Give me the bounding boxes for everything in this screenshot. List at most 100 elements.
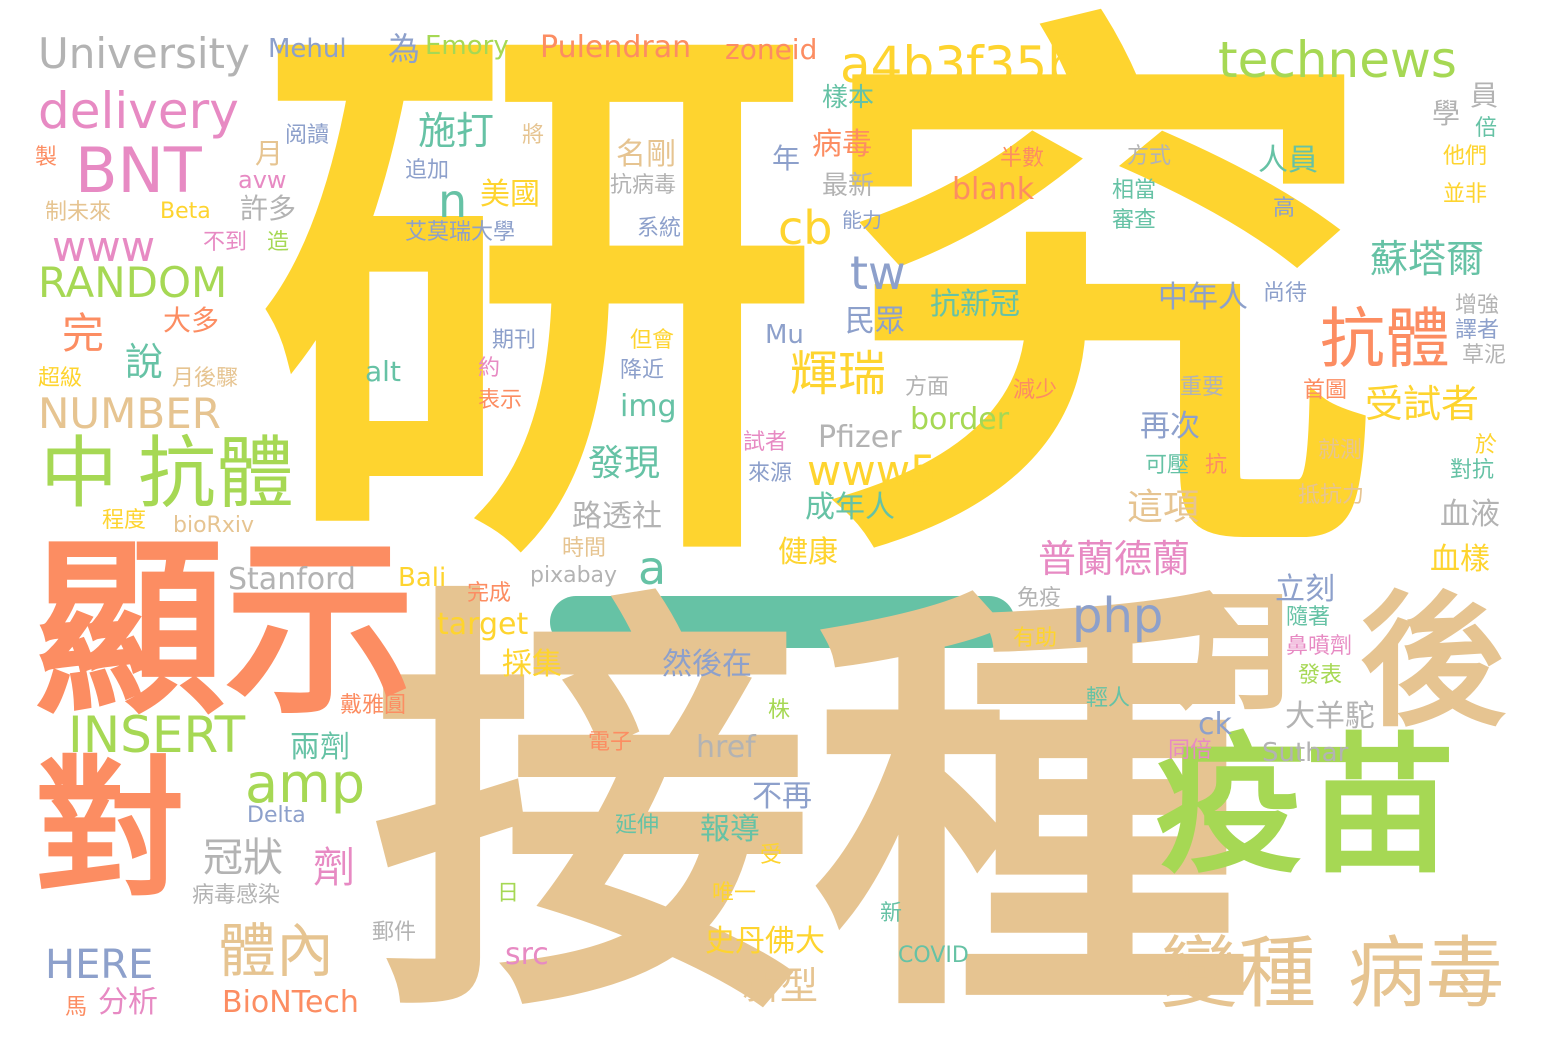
cloud-word-number-18: NUMBER (38, 389, 221, 438)
cloud-word-tw-30: tw (850, 246, 906, 300)
cloud-word-cjk-53: 為 (388, 30, 421, 68)
cloud-word-cjk-123: 隨著 (1286, 605, 1331, 630)
cloud-word-cjk-139: 延伸 (615, 813, 660, 838)
cloud-word-cjk-152: 程度 (102, 508, 147, 533)
cloud-word-cjk-141: 日 (497, 881, 520, 906)
cloud-word-cjk-107: 血液 (1440, 497, 1500, 532)
cloud-word-cjk-83: 草泥 (1462, 343, 1507, 368)
cloud-word-cjk-68: 相當 (1112, 178, 1157, 203)
cloud-word-cjk-111: 路透社 (572, 499, 662, 534)
cloud-word-cb-29: cb (778, 201, 833, 255)
cloud-word-covid-143: COVID (898, 943, 969, 968)
cloud-word-cjk-132: 不再 (752, 779, 812, 814)
cloud-word-cjk-154: 月後驟 (172, 366, 239, 391)
cloud-word-cjk-100: 來源 (748, 461, 793, 486)
cloud-word-cjk-91: 降近 (620, 358, 665, 383)
cloud-word-insert-19: INSERT (68, 706, 246, 764)
cloud-word-cjk-3: 對 (35, 743, 186, 917)
cloud-word-cjk-74: 他們 (1443, 144, 1488, 169)
cloud-word-pixabay-114: pixabay (530, 563, 618, 588)
cloud-word-random-17: RANDOM (38, 258, 228, 307)
cloud-word-cjk-43: 美國 (480, 177, 540, 212)
cloud-word-cjk-134: 兩劑 (290, 730, 350, 765)
cloud-word-cjk-70: 人員 (1258, 143, 1318, 178)
cloud-word-cjk-140: 唯一 (712, 881, 757, 906)
cloud-word-alt-94: alt (365, 355, 401, 388)
cloud-word-cjk-5: 後 (1360, 578, 1505, 747)
cloud-word-biontech-149: BioNTech (222, 985, 359, 1020)
cloud-word-cjk-64: 能力 (842, 208, 882, 232)
cloud-word-cjk-155: 製 (35, 145, 58, 170)
cloud-word-cjk-121: 免疫 (1017, 586, 1062, 611)
cloud-word-avw-50: avw (238, 166, 287, 194)
cloud-word-cjk-80: 尚待 (1263, 281, 1308, 306)
cloud-word-cjk-62: 系統 (637, 216, 682, 241)
cloud-word-ck-128: ck (1198, 707, 1232, 742)
cloud-word-cjk-9: 中 (40, 429, 119, 519)
cloud-word-cjk-156: 制未來 (45, 200, 112, 225)
cloud-word-cjk-87: 方面 (905, 375, 950, 400)
cloud-word-cjk-108: 血樣 (1430, 542, 1490, 577)
cloud-word-cjk-79: 中年人 (1158, 280, 1248, 315)
cloud-word-cjk-136: 株 (768, 698, 791, 723)
cloud-word-cjk-103: 就測 (1318, 438, 1363, 463)
cloud-word-beta-157: Beta (160, 199, 211, 224)
cloud-word-cjk-138: 受 (760, 843, 783, 868)
cloud-word-src-144: src (505, 937, 549, 972)
cloud-word-cjk-90: 但會 (630, 328, 675, 353)
cloud-word-cjk-84: 首圖 (1303, 378, 1348, 403)
cloud-word-cjk-104: 於 (1475, 433, 1498, 458)
cloud-word-suthar-130: Suthar (1262, 738, 1349, 768)
cloud-word-cjk-61: 抗病毒 (610, 173, 677, 198)
cloud-word-img-95: img (620, 389, 677, 424)
cloud-word-cjk-75: 並非 (1443, 182, 1488, 207)
cloud-word-pfizer-97: Pfizer (818, 420, 902, 455)
cloud-word-cjk-67: 方式 (1127, 144, 1172, 169)
cloud-word-delta-147: Delta (247, 803, 306, 828)
cloud-word-target-118: target (437, 607, 529, 642)
cloud-word-n-32: n (438, 174, 468, 228)
cloud-word-cjk-24: 輝瑞 (790, 346, 887, 402)
cloud-word-cjk-82: 譯者 (1455, 318, 1500, 343)
cloud-word-cjk-109: 立刻 (1275, 572, 1335, 607)
cloud-word-cjk-25: 受試者 (1365, 382, 1480, 426)
cloud-word-www5-22: www5 (807, 446, 937, 495)
cloud-word-cjk-127: 大羊駝 (1285, 699, 1375, 734)
cloud-word-cjk-106: 抵抗力 (1298, 483, 1365, 508)
cloud-word-mehul-54: Mehul (268, 34, 347, 64)
cloud-word-cjk-59: 將 (522, 123, 545, 148)
cloud-word-cjk-72: 員 (1470, 79, 1499, 112)
cloud-word-cjk-153: 超級 (38, 366, 83, 391)
cloud-word-cjk-133: 報導 (700, 812, 760, 847)
cloud-word-cjk-102: 抗 (1205, 453, 1228, 478)
cloud-word-delivery-12: delivery (38, 82, 239, 140)
cloud-word-cjk-77: 抗新冠 (930, 287, 1020, 322)
cloud-word-cjk-35: 冠狀 (203, 835, 283, 881)
cloud-word-cjk-41: 新型 (742, 964, 819, 1008)
cloud-word-cjk-69: 審查 (1112, 208, 1157, 233)
cloud-word-mu-88: Mu (765, 320, 804, 350)
cloud-word-cjk-126: 輕人 (1086, 686, 1131, 711)
cloud-word-cjk-26: 蘇塔爾 (1370, 237, 1485, 281)
cloud-word-cjk-10: 抗體 (138, 429, 295, 519)
cloud-word-cjk-101: 可壓 (1145, 453, 1190, 478)
cloud-word-cjk-78: 民眾 (845, 304, 905, 339)
cloud-word-cjk-119: 採集 (502, 647, 562, 682)
cloud-word-cjk-48: 年 (772, 142, 801, 175)
cloud-word-cjk-49: 許多 (240, 192, 297, 225)
cloud-word-cjk-31: 施打 (418, 109, 495, 153)
cloud-word-cjk-113: 時間 (562, 536, 607, 561)
cloud-word-university-13: University (38, 29, 250, 78)
cloud-word-cjk-58: 阅讀 (285, 123, 330, 148)
cloud-word-cjk-76: 高 (1273, 196, 1296, 221)
cloud-word-bnt-11: BNT (75, 134, 202, 207)
cloud-word-cjk-46: 樣本 (822, 83, 875, 113)
cloud-word-cjk-146: 病毒感染 (192, 883, 281, 908)
cloud-word-cjk-28: 體內 (218, 917, 335, 985)
cloud-word-cjk-125: 發表 (1298, 663, 1343, 688)
cloud-word-biorxiv-151: bioRxiv (173, 513, 254, 538)
cloud-word-cjk-105: 對抗 (1450, 458, 1495, 483)
cloud-word-cjk-92: 約 (478, 356, 501, 381)
cloud-word-cjk-60: 追加 (405, 158, 450, 183)
cloud-word-bali-115: Bali (398, 563, 447, 593)
